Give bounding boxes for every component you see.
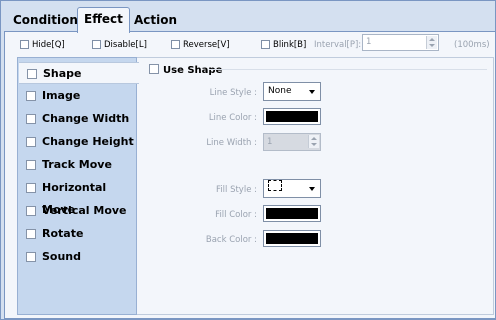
effect-item-shape[interactable]: Shape: [19, 62, 139, 84]
effect-item-label: Track Move: [42, 158, 112, 171]
tab-bar: Condition Effect Action: [5, 7, 493, 33]
line-width-spinner[interactable]: [308, 135, 319, 148]
spin-down-icon[interactable]: [311, 143, 317, 146]
horizontal-move-checkbox[interactable]: [26, 183, 36, 193]
disable-checkbox-box[interactable]: [92, 40, 101, 49]
fill-style-select[interactable]: [263, 179, 321, 198]
effect-item-change-width[interactable]: Change Width: [18, 108, 136, 130]
line-width-value: 1: [267, 137, 273, 147]
effect-item-label: Image: [42, 89, 81, 102]
effect-item-rotate[interactable]: Rotate: [18, 223, 136, 245]
effect-item-label: Vertical Move: [42, 204, 127, 217]
line-style-select[interactable]: None: [263, 82, 321, 101]
shape-checkbox[interactable]: [27, 69, 37, 79]
tab-condition[interactable]: Condition: [7, 9, 84, 31]
line-color-swatch: [266, 111, 318, 122]
interval-input[interactable]: 1: [362, 34, 439, 51]
effect-settings-window: Condition Effect Action Hide[Q] Disable[…: [0, 0, 496, 320]
blink-checkbox-box[interactable]: [261, 40, 270, 49]
spin-up-icon[interactable]: [311, 137, 317, 140]
group-divider: [209, 69, 487, 70]
image-checkbox[interactable]: [26, 91, 36, 101]
fill-color-label: Fill Color :: [215, 210, 257, 220]
use-shape-checkbox[interactable]: Use Shape: [149, 64, 222, 76]
effect-item-label: Rotate: [42, 227, 84, 240]
effect-item-label: Change Width: [42, 112, 130, 125]
fill-color-swatch: [266, 208, 318, 219]
effect-item-vertical-move[interactable]: Vertical Move: [18, 200, 136, 222]
options-row: Hide[Q] Disable[L] Reverse[V] Blink[B] I…: [5, 32, 495, 56]
effect-item-label: Shape: [43, 67, 82, 80]
blink-label: Blink[B]: [273, 40, 307, 50]
use-shape-checkbox-box[interactable]: [149, 64, 159, 74]
chevron-down-icon[interactable]: [309, 187, 315, 191]
back-color-swatch: [266, 233, 318, 244]
reverse-checkbox[interactable]: Reverse[V]: [171, 39, 230, 51]
chevron-down-icon[interactable]: [309, 90, 315, 94]
tab-effect[interactable]: Effect: [77, 7, 130, 33]
hide-label: Hide[Q]: [32, 40, 65, 50]
effect-item-horizontal-move[interactable]: Horizontal Move: [18, 177, 136, 216]
disable-checkbox[interactable]: Disable[L]: [92, 39, 147, 51]
back-color-picker[interactable]: [263, 230, 321, 247]
hide-checkbox[interactable]: Hide[Q]: [20, 39, 65, 51]
change-width-checkbox[interactable]: [26, 114, 36, 124]
line-color-label: Line Color :: [208, 113, 257, 123]
effect-item-label: Change Height: [42, 135, 134, 148]
effect-item-track-move[interactable]: Track Move: [18, 154, 136, 176]
tab-action[interactable]: Action: [128, 9, 183, 31]
rotate-checkbox[interactable]: [26, 229, 36, 239]
fill-color-picker[interactable]: [263, 205, 321, 222]
reverse-checkbox-box[interactable]: [171, 40, 180, 49]
effect-panel: Hide[Q] Disable[L] Reverse[V] Blink[B] I…: [4, 31, 496, 319]
interval-spinner[interactable]: [426, 36, 437, 49]
line-color-picker[interactable]: [263, 108, 321, 125]
use-shape-label: Use Shape: [163, 65, 223, 76]
fill-style-label: Fill Style :: [216, 185, 257, 195]
effect-item-change-height[interactable]: Change Height: [18, 131, 136, 153]
line-style-value: None: [268, 86, 292, 96]
sound-checkbox[interactable]: [26, 252, 36, 262]
back-color-label: Back Color :: [205, 235, 257, 245]
line-style-label: Line Style :: [209, 88, 257, 98]
effect-item-sound[interactable]: Sound: [18, 246, 136, 268]
track-move-checkbox[interactable]: [26, 160, 36, 170]
spin-up-icon[interactable]: [429, 38, 435, 41]
blink-checkbox[interactable]: Blink[B]: [261, 39, 306, 51]
change-height-checkbox[interactable]: [26, 137, 36, 147]
effect-type-list: Shape Image Change Width Change Height T…: [17, 57, 139, 315]
interval-value: 1: [366, 37, 372, 47]
effect-item-label: Sound: [42, 250, 82, 263]
line-width-label: Line Width :: [206, 138, 257, 148]
disable-label: Disable[L]: [104, 40, 147, 50]
shape-settings: Use Shape Line Style : None Line Color :…: [137, 57, 494, 315]
effect-item-image[interactable]: Image: [18, 85, 136, 107]
dashed-pattern-icon: [268, 180, 282, 191]
reverse-label: Reverse[V]: [183, 40, 230, 50]
spin-down-icon[interactable]: [429, 44, 435, 47]
hide-checkbox-box[interactable]: [20, 40, 29, 49]
interval-unit: (100ms): [454, 40, 490, 50]
interval-label: Interval[P]:: [314, 40, 362, 50]
line-width-input[interactable]: 1: [263, 133, 321, 151]
vertical-move-checkbox[interactable]: [26, 206, 36, 216]
